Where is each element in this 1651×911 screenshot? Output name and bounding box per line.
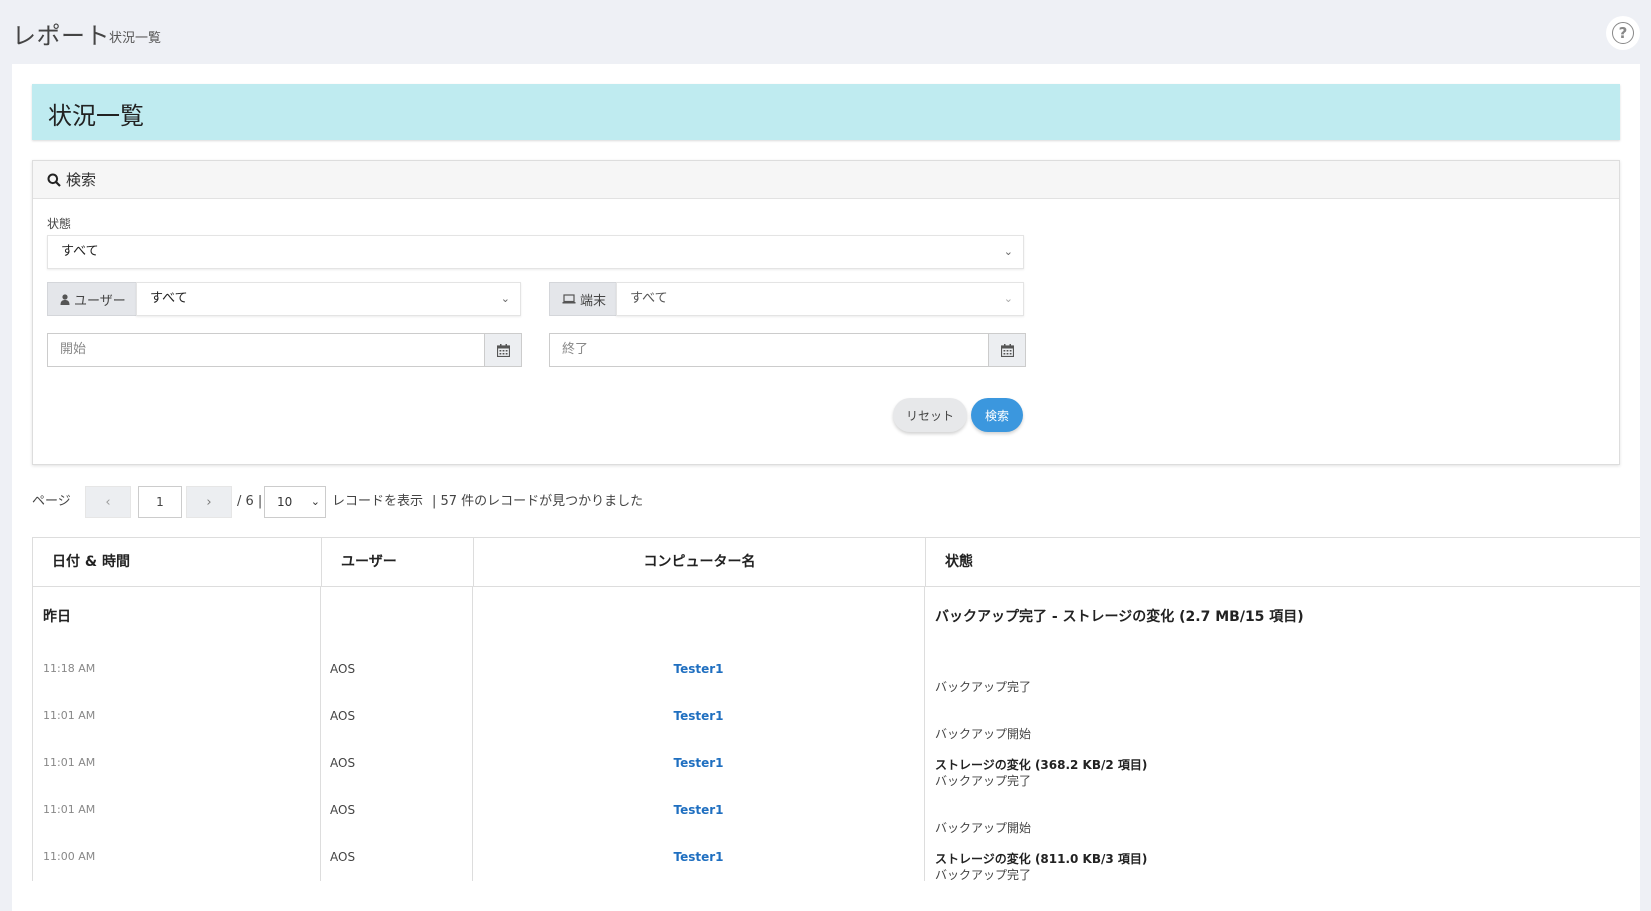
status-label: 状態: [47, 217, 72, 231]
row-status-detail: ストレージの変化 (811.0 KB/3 項目): [935, 852, 1148, 866]
group-summary: バックアップ完了 - ストレージの変化 (2.7 MB/15 項目): [935, 609, 1304, 625]
device-select[interactable]: すべて ⌄: [616, 282, 1024, 316]
row-time: 11:01 AM: [43, 756, 96, 769]
chevron-down-icon: ⌄: [1003, 292, 1013, 305]
column-header-computer[interactable]: コンピューター名: [474, 538, 926, 586]
user-icon: [60, 293, 70, 305]
start-date-input[interactable]: 開始: [47, 333, 485, 367]
row-user: AOS: [330, 803, 356, 817]
records-label: レコードを表示: [332, 494, 424, 509]
status-select[interactable]: すべて ⌄: [47, 235, 1024, 269]
column-header-datetime[interactable]: 日付 & 時間: [33, 538, 322, 586]
user-select-value: すべて: [150, 291, 188, 306]
search-panel-title: 検索: [66, 171, 97, 189]
chevron-down-icon: ⌄: [500, 292, 510, 305]
end-date-input[interactable]: 終了: [549, 333, 989, 367]
status-table: 日付 & 時間 ユーザー コンピューター名 状態 昨日 バックアップ完了 - ス…: [32, 537, 1640, 882]
user-addon-label: ユーザー: [74, 293, 126, 309]
row-computer-link[interactable]: Tester1: [473, 756, 924, 770]
page-size-select[interactable]: 10 ⌄: [264, 486, 326, 518]
prev-page-button[interactable]: ‹: [85, 486, 131, 518]
start-date-placeholder: 開始: [60, 342, 87, 357]
page-size-value: 10: [277, 495, 293, 509]
table-row: 11:18 AM AOS Tester1 バックアップ完了: [32, 646, 1640, 694]
laptop-icon: [562, 294, 576, 304]
row-computer-link[interactable]: Tester1: [473, 662, 924, 676]
row-user: AOS: [330, 662, 356, 676]
top-bar: レポート 状況一覧 ?: [0, 0, 1651, 64]
device-addon: 端末: [549, 282, 617, 316]
row-status-detail: ストレージの変化 (368.2 KB/2 項目): [935, 758, 1148, 772]
page-number-input[interactable]: 1: [138, 486, 182, 518]
page-label: ページ: [32, 494, 71, 509]
row-user: AOS: [330, 850, 356, 864]
help-button[interactable]: ?: [1606, 16, 1640, 50]
row-user: AOS: [330, 709, 356, 723]
start-calendar-button[interactable]: [484, 333, 522, 367]
calendar-icon: [496, 343, 510, 357]
search-panel: 検索 状態 すべて ⌄ ユーザー すべて ⌄ 端末 すべて ⌄ 開始 終了 リセ…: [32, 160, 1620, 465]
page-title: レポート: [12, 22, 110, 50]
reset-button[interactable]: リセット: [893, 398, 967, 432]
search-panel-header: 検索: [33, 161, 1619, 199]
column-header-status[interactable]: 状態: [926, 538, 1640, 586]
status-select-value: すべて: [61, 244, 99, 259]
end-calendar-button[interactable]: [988, 333, 1026, 367]
records-found-text: | 57 件のレコードが見つかりました: [432, 494, 644, 509]
total-pages-text: / 6 |: [237, 494, 263, 509]
banner-title: 状況一覧: [48, 102, 144, 130]
chevron-down-icon: ⌄: [310, 495, 320, 508]
row-time: 11:18 AM: [43, 662, 96, 675]
main-card: 状況一覧 検索 状態 すべて ⌄ ユーザー すべて ⌄ 端末 すべて ⌄ 開始: [12, 64, 1640, 911]
table-row: 11:01 AM AOS Tester1 バックアップ開始: [32, 787, 1640, 835]
help-icon: ?: [1612, 22, 1634, 44]
row-time: 11:00 AM: [43, 850, 96, 863]
table-row: 11:01 AM AOS Tester1 バックアップ完了 ストレージの変化 (…: [32, 740, 1640, 788]
row-status: バックアップ完了: [935, 868, 1032, 882]
next-page-button[interactable]: ›: [186, 486, 232, 518]
row-time: 11:01 AM: [43, 803, 96, 816]
search-button[interactable]: 検索: [971, 398, 1023, 432]
row-computer-link[interactable]: Tester1: [473, 803, 924, 817]
table-row: 11:00 AM AOS Tester1 バックアップ完了 ストレージの変化 (…: [32, 834, 1640, 882]
calendar-icon: [1000, 343, 1014, 357]
device-select-value: すべて: [630, 291, 668, 306]
user-addon: ユーザー: [47, 282, 137, 316]
device-addon-label: 端末: [580, 293, 607, 309]
search-icon: [47, 173, 61, 187]
table-group-row: 昨日 バックアップ完了 - ストレージの変化 (2.7 MB/15 項目): [32, 587, 1640, 646]
end-date-placeholder: 終了: [562, 342, 589, 357]
row-time: 11:01 AM: [43, 709, 96, 722]
table-header: 日付 & 時間 ユーザー コンピューター名 状態: [32, 537, 1640, 587]
user-select[interactable]: すべて ⌄: [136, 282, 521, 316]
column-header-user[interactable]: ユーザー: [322, 538, 474, 586]
chevron-down-icon: ⌄: [1003, 245, 1013, 258]
row-computer-link[interactable]: Tester1: [473, 709, 924, 723]
row-computer-link[interactable]: Tester1: [473, 850, 924, 864]
section-banner: 状況一覧: [32, 84, 1620, 140]
page-subtitle: 状況一覧: [109, 31, 162, 46]
table-row: 11:01 AM AOS Tester1 バックアップ開始: [32, 693, 1640, 741]
row-user: AOS: [330, 756, 356, 770]
group-date: 昨日: [43, 609, 71, 625]
